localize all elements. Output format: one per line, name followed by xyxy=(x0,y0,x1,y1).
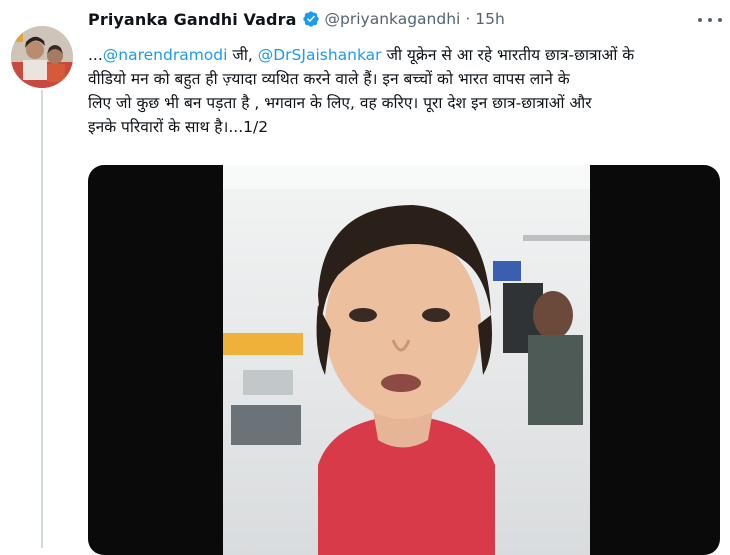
tweet-header: Priyanka Gandhi Vadra @priyankagandhi · … xyxy=(88,3,505,35)
video-player[interactable] xyxy=(88,165,720,555)
more-dots-icon[interactable] xyxy=(698,10,722,30)
display-name[interactable]: Priyanka Gandhi Vadra xyxy=(88,10,297,29)
thread-connector-line xyxy=(41,90,43,548)
mention-link[interactable]: @DrSJaishankar xyxy=(258,46,382,64)
timestamp[interactable]: 15h xyxy=(475,10,505,28)
verified-badge-icon xyxy=(302,10,320,28)
more-dot xyxy=(718,18,722,22)
tweet[interactable]: Priyanka Gandhi Vadra @priyankagandhi · … xyxy=(0,0,730,555)
handle[interactable]: @priyankagandhi xyxy=(325,10,461,28)
tweet-text-line: इनके परिवारों के साथ है।...1/2 xyxy=(88,118,269,136)
avatar[interactable] xyxy=(11,26,73,88)
mention-link[interactable]: @narendramodi xyxy=(103,46,228,64)
more-dot xyxy=(698,18,702,22)
ellipsis-prefix: ... xyxy=(88,46,103,64)
video-frame xyxy=(223,165,590,555)
text-fragment: जी यूक्रेन से आ रहे भारतीय छात्र-छात्राओ… xyxy=(381,46,635,64)
separator-dot: · xyxy=(465,10,471,28)
tweet-text-line: ...@narendramodi जी, @DrSJaishankar जी य… xyxy=(88,43,728,67)
tweet-text: ...@narendramodi जी, @DrSJaishankar जी य… xyxy=(88,43,728,139)
tweet-text-line: वीडियो मन को बहुत ही ज़्यादा व्यथित करने… xyxy=(88,70,570,88)
text-fragment: जी, xyxy=(227,46,258,64)
tweet-text-line: लिए जो कुछ भी बन पड़ता है , भगवान के लिए… xyxy=(88,94,592,112)
more-dot xyxy=(708,18,712,22)
